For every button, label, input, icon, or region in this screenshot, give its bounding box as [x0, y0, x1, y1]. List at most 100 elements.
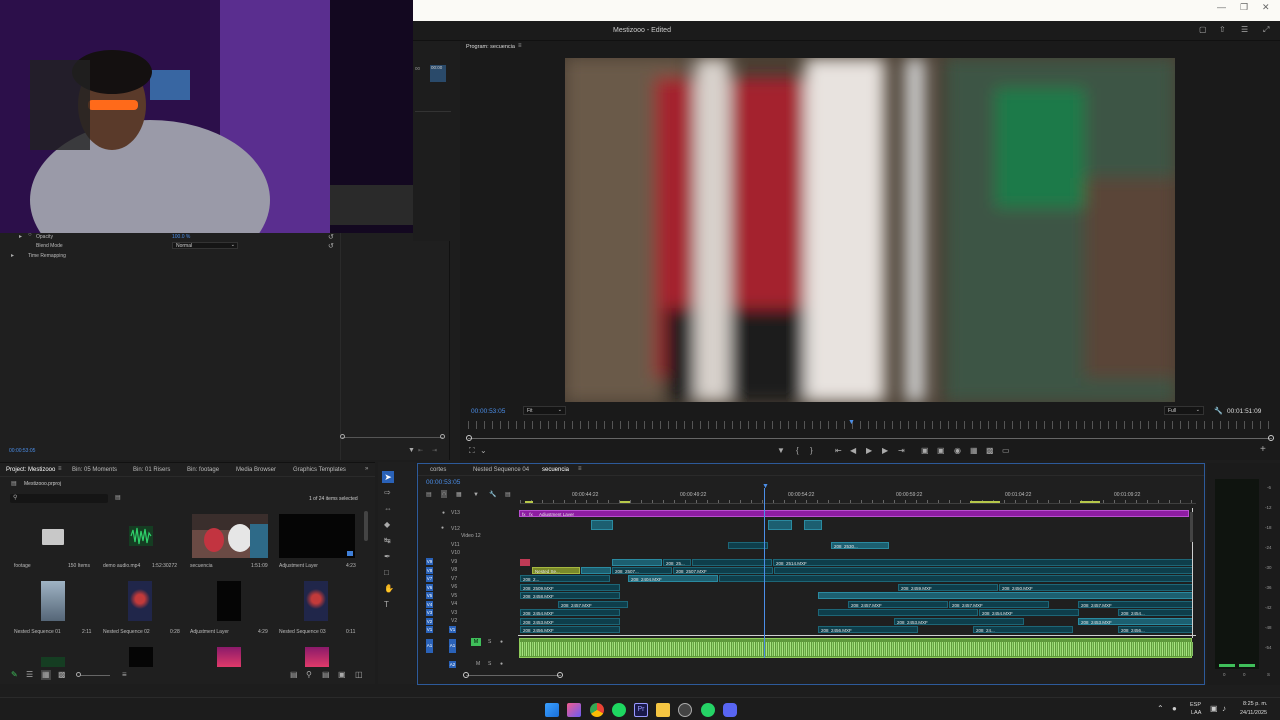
mic-icon[interactable]: ●: [500, 639, 503, 645]
program-scrollbar[interactable]: [468, 438, 1272, 439]
camera-icon[interactable]: ◉: [954, 447, 961, 455]
tab-nested-sequence-04[interactable]: Nested Sequence 04: [473, 467, 529, 473]
reset-icon[interactable]: ↺: [328, 233, 334, 241]
pencil-icon[interactable]: ✎: [11, 671, 18, 679]
video-clip[interactable]: 208_2507.MXF: [673, 567, 773, 574]
marker-icon[interactable]: ▼: [777, 447, 785, 455]
go-to-in-icon[interactable]: ⇤: [835, 447, 842, 455]
video-clip[interactable]: 208_2...: [520, 575, 610, 582]
video-clip[interactable]: 208_2454.MXF: [979, 609, 1079, 616]
tab-graphics-templates[interactable]: Graphics Templates: [293, 467, 346, 473]
panel-menu-icon[interactable]: ≡: [518, 43, 522, 49]
video-clip[interactable]: 208_2456.MXF: [520, 626, 620, 633]
windows-start-icon[interactable]: [545, 703, 559, 717]
clock-time[interactable]: 8:25 p. m.: [1243, 701, 1267, 707]
project-item-partial[interactable]: [129, 647, 153, 667]
track-source-toggle[interactable]: V9: [426, 558, 433, 565]
rectangle-tool-icon[interactable]: □: [384, 569, 389, 577]
time-remap-toggle-icon[interactable]: ▸: [11, 252, 14, 259]
add-marker-icon[interactable]: ▼: [473, 491, 479, 499]
sort-icon[interactable]: ≡: [122, 671, 127, 679]
safe-margins-icon[interactable]: ▭: [1002, 447, 1010, 455]
track-source-toggle[interactable]: V6: [426, 584, 433, 591]
video-clip[interactable]: 208_2450.MXF: [999, 584, 1193, 591]
video-clip[interactable]: 208_2507...: [612, 567, 672, 574]
fit-select[interactable]: Fit ⌄: [523, 406, 566, 415]
scroll-handle[interactable]: [466, 435, 472, 441]
project-item-nested-01[interactable]: [16, 579, 92, 623]
video-clip[interactable]: [818, 592, 1193, 599]
track-source-a1[interactable]: A1: [426, 639, 433, 653]
panel-menu-icon[interactable]: ≡: [578, 466, 582, 472]
linked-selection-icon[interactable]: ▦: [456, 491, 462, 499]
restore-icon[interactable]: ❐: [1240, 2, 1248, 13]
zoom-handle[interactable]: [440, 434, 445, 439]
timeline-ruler[interactable]: 00:00:44:22 00:00:49:22 00:00:54:22 00:0…: [520, 488, 1196, 506]
new-bin-icon[interactable]: ▤: [322, 671, 330, 679]
filter-icon[interactable]: ▼: [408, 447, 415, 454]
opacity-toggle-icon[interactable]: ▸: [19, 233, 22, 240]
wrench-icon[interactable]: 🔧: [1214, 407, 1223, 415]
panel-menu-icon[interactable]: ≡: [58, 466, 62, 472]
program-ruler[interactable]: [468, 421, 1272, 429]
solo-icon[interactable]: S: [488, 661, 491, 667]
nav-forward-icon[interactable]: ⇥: [432, 447, 437, 454]
icon-view-icon[interactable]: ▦: [41, 670, 51, 680]
opacity-value[interactable]: 100.0 %: [172, 234, 190, 240]
project-item-partial[interactable]: [305, 647, 329, 667]
meter-bottom-label[interactable]: S: [1267, 672, 1270, 677]
settings-icon[interactable]: [678, 703, 692, 717]
step-forward-icon[interactable]: ▶: [882, 447, 888, 455]
vr-icon[interactable]: ▩: [986, 447, 994, 455]
trash-icon[interactable]: ◫: [355, 671, 363, 679]
nav-back-icon[interactable]: ⇤: [418, 447, 423, 454]
list-view-icon[interactable]: ☰: [26, 671, 33, 679]
video-clip[interactable]: 208_2453.MXF: [1078, 618, 1193, 625]
timeline-timecode[interactable]: 00:00:53:05: [426, 479, 460, 486]
video-clip[interactable]: 208_2457.MXF: [949, 601, 1049, 608]
thumb-size-slider[interactable]: [80, 675, 110, 676]
video-clip[interactable]: 208_2456.MXF: [818, 626, 918, 633]
tab-media-browser[interactable]: Media Browser: [236, 467, 276, 473]
track-source-toggle[interactable]: V7: [426, 575, 433, 582]
file-explorer-icon[interactable]: [656, 703, 670, 717]
video-clip[interactable]: [692, 559, 772, 566]
audio-clip[interactable]: [519, 638, 1193, 658]
more-tabs-icon[interactable]: »: [365, 466, 368, 472]
playhead-icon[interactable]: ▼: [762, 483, 769, 490]
tab-cortes[interactable]: cortes: [430, 467, 446, 473]
tab-project[interactable]: Project: Mestizooo: [6, 467, 55, 473]
whatsapp-icon[interactable]: [701, 703, 715, 717]
video-clip[interactable]: 208_2514.MXF: [773, 559, 1193, 566]
adjustment-layer-clip[interactable]: fx fx Adjustment Layer: [519, 510, 1189, 517]
video-clip[interactable]: [774, 567, 1193, 574]
video-clip[interactable]: 208_2457.MXF: [558, 601, 628, 608]
snap-icon[interactable]: ∩: [441, 490, 448, 498]
video-clip[interactable]: [719, 575, 1193, 582]
track-target-a2[interactable]: A2: [449, 661, 456, 668]
mic-icon[interactable]: ●: [500, 661, 503, 667]
new-bin-icon[interactable]: ▤: [115, 494, 121, 501]
fullscreen-icon[interactable]: ⤢: [1263, 26, 1269, 34]
share-icon[interactable]: ⇧: [1219, 26, 1226, 34]
reset-icon[interactable]: ↺: [328, 242, 334, 250]
project-item-secuencia[interactable]: [192, 514, 268, 558]
tab-bin-05-moments[interactable]: Bin: 05 Moments: [72, 467, 117, 473]
video-clip[interactable]: [591, 520, 613, 530]
go-to-out-icon[interactable]: ⇥: [898, 447, 905, 455]
out-point-icon[interactable]: }: [810, 447, 813, 455]
project-item-nested-02[interactable]: [103, 579, 179, 623]
new-item-icon[interactable]: ▣: [338, 671, 346, 679]
program-timecode[interactable]: 00:00:53:05: [471, 408, 505, 415]
automate-icon[interactable]: ▤: [290, 671, 298, 679]
video-clip[interactable]: 208_2458.MXF: [520, 592, 620, 599]
mute-icon[interactable]: M: [476, 661, 480, 667]
zoom-slider[interactable]: [342, 437, 443, 438]
playhead-icon[interactable]: ▼: [848, 419, 855, 426]
step-back-icon[interactable]: ◀: [850, 447, 856, 455]
lock-icon[interactable]: ●: [441, 525, 444, 531]
compare-icon[interactable]: ▦: [970, 447, 978, 455]
video-clip[interactable]: 208_2454...: [1118, 609, 1193, 616]
quality-select[interactable]: Full ⌄: [1164, 406, 1204, 415]
video-clip[interactable]: 208_2404.MXF: [628, 575, 718, 582]
